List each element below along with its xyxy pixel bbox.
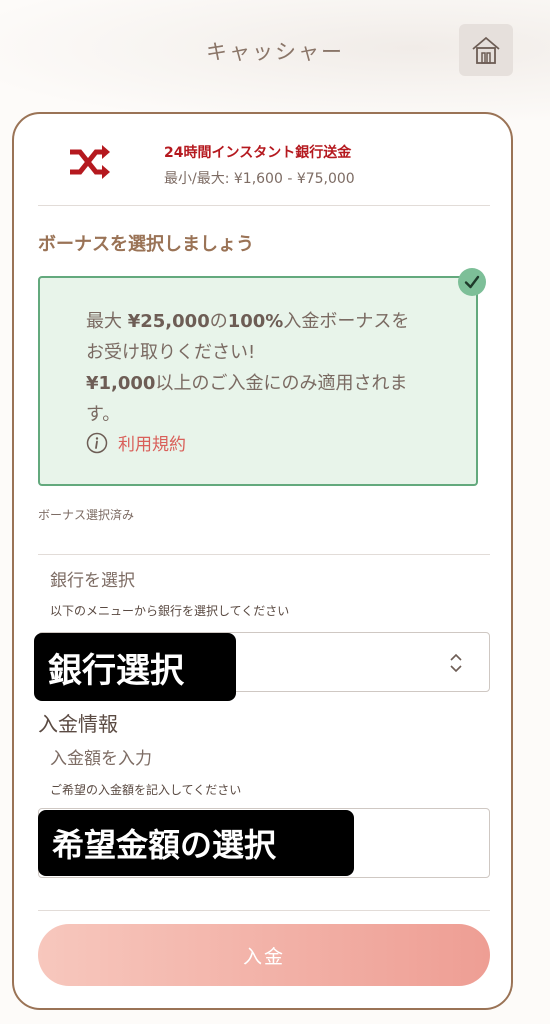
bonus-text-line2: お受け取りください! [86, 342, 256, 363]
home-button[interactable] [459, 24, 513, 76]
bonus-text-line3: 以上のご入金にのみ適用されま [155, 373, 408, 394]
cashier-card: 24時間インスタント銀行送金 最小/最大: ¥1,600 - ¥75,000 ボ… [12, 112, 513, 1010]
bank-select-help: 以下のメニューから銀行を選択してください [50, 604, 290, 618]
amount-help: ご希望の入金額を記入してください [50, 783, 242, 797]
payment-method-title: 24時間インスタント銀行送金 [164, 145, 352, 161]
bank-select-label: 銀行を選択 [50, 571, 135, 591]
bonus-percent: 100% [227, 311, 284, 332]
bonus-status-text: ボーナス選択済み [38, 508, 135, 522]
bonus-option-card[interactable]: 最大 ¥25,000の100%入金ボーナスを お受け取りください! ¥1,000… [38, 276, 478, 486]
section-divider [38, 910, 490, 911]
bonus-description: 最大 ¥25,000の100%入金ボーナスを お受け取りください! ¥1,000… [86, 306, 456, 430]
bonus-text-line4: す。 [86, 404, 121, 425]
deposit-info-heading: 入金情報 [38, 712, 118, 736]
bank-select-annotation: 銀行選択 [34, 633, 236, 701]
amount-select-annotation: 希望金額の選択 [38, 810, 354, 876]
deposit-button[interactable]: 入金 [38, 924, 490, 986]
home-icon [472, 36, 500, 64]
checkmark-icon [464, 275, 480, 289]
info-icon [86, 432, 108, 453]
terms-link[interactable]: 利用規約 [86, 430, 186, 455]
chevron-updown-icon [450, 653, 462, 673]
payment-method-limits: 最小/最大: ¥1,600 - ¥75,000 [164, 171, 355, 187]
payment-method[interactable]: 24時間インスタント銀行送金 最小/最大: ¥1,600 - ¥75,000 [38, 132, 490, 206]
bonus-max-amount: ¥25,000 [127, 311, 210, 332]
bonus-selected-badge [458, 268, 486, 296]
section-divider [38, 554, 490, 555]
shuffle-icon [70, 145, 110, 179]
terms-label: 利用規約 [118, 435, 186, 455]
bonus-text-suffix: 入金ボーナスを [283, 311, 410, 332]
bonus-heading: ボーナスを選択しましょう [38, 234, 254, 255]
amount-label: 入金額を入力 [50, 749, 152, 769]
bonus-min-amount: ¥1,000 [86, 373, 156, 394]
bonus-text-mid: の [209, 311, 228, 332]
bonus-text-prefix: 最大 [86, 311, 128, 332]
